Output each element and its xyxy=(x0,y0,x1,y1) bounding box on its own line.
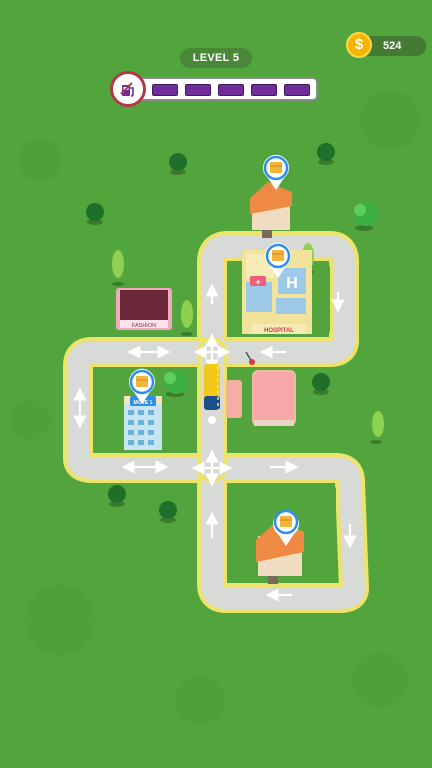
coin-counter: $ 524 xyxy=(346,32,426,58)
pink-building[interactable] xyxy=(252,370,296,426)
apartment-building[interactable]: MOVE 1 xyxy=(124,396,162,450)
fuel-segment xyxy=(185,84,211,96)
fashion-sign: FASHION xyxy=(132,323,156,329)
game-map: FASHION + H HOSPITAL MOVE 1 xyxy=(10,90,420,725)
tree xyxy=(108,485,126,507)
tree xyxy=(312,373,330,395)
fuel-segment xyxy=(152,84,178,96)
fuel-segment xyxy=(218,84,244,96)
tree xyxy=(169,153,187,175)
tree xyxy=(181,300,193,336)
coin-icon: $ xyxy=(346,32,372,58)
svg-text:+: + xyxy=(255,277,260,287)
fuel-segment xyxy=(251,84,277,96)
tree xyxy=(370,411,384,444)
tree xyxy=(354,202,378,231)
tree xyxy=(112,250,124,286)
hospital-sign: HOSPITAL xyxy=(264,328,294,334)
tree xyxy=(86,203,104,225)
house-top[interactable] xyxy=(250,182,292,238)
tree xyxy=(317,143,335,165)
level-label: LEVEL 5 xyxy=(180,48,252,68)
helipad-letter: H xyxy=(286,275,298,292)
fuel-pump-icon xyxy=(110,71,146,107)
fuel-segment xyxy=(284,84,310,96)
coin-value: 524 xyxy=(383,40,402,52)
fashion-store[interactable]: FASHION xyxy=(116,288,172,330)
tree xyxy=(159,501,177,523)
